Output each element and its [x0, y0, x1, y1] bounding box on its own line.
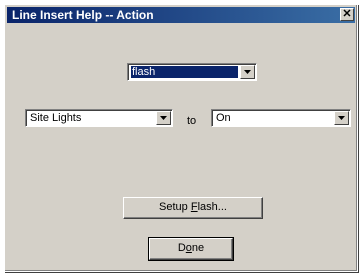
- setup-flash-button[interactable]: Setup Flash...: [123, 197, 263, 219]
- action-select[interactable]: flash: [127, 63, 257, 81]
- close-button[interactable]: ✕: [340, 8, 354, 21]
- setup-flash-label-pre: Setup: [159, 201, 191, 213]
- action-dialog: Line Insert Help -- Action ✕ flash Site …: [4, 4, 358, 272]
- title-bar[interactable]: Line Insert Help -- Action ✕: [7, 7, 355, 23]
- chevron-down-icon: [160, 116, 167, 120]
- state-select-dropdown-button[interactable]: [334, 111, 349, 125]
- done-label-pre: D: [177, 242, 186, 254]
- action-select-dropdown-button[interactable]: [240, 65, 255, 79]
- source-select-dropdown-button[interactable]: [156, 111, 171, 125]
- chevron-down-icon: [338, 116, 345, 120]
- state-select[interactable]: On: [211, 109, 351, 127]
- action-select-value: flash: [130, 65, 239, 79]
- to-label: to: [187, 115, 197, 127]
- done-button[interactable]: Done: [148, 237, 234, 261]
- done-label-post: ne: [191, 242, 205, 254]
- chevron-down-icon: [244, 70, 251, 74]
- setup-flash-label-accel: F: [190, 201, 198, 213]
- state-select-value: On: [216, 112, 231, 124]
- close-icon: ✕: [342, 8, 352, 20]
- window-title: Line Insert Help -- Action: [12, 8, 154, 22]
- source-select-value: Site Lights: [30, 112, 82, 124]
- source-select[interactable]: Site Lights: [25, 109, 173, 127]
- setup-flash-label-post: lash...: [197, 201, 227, 213]
